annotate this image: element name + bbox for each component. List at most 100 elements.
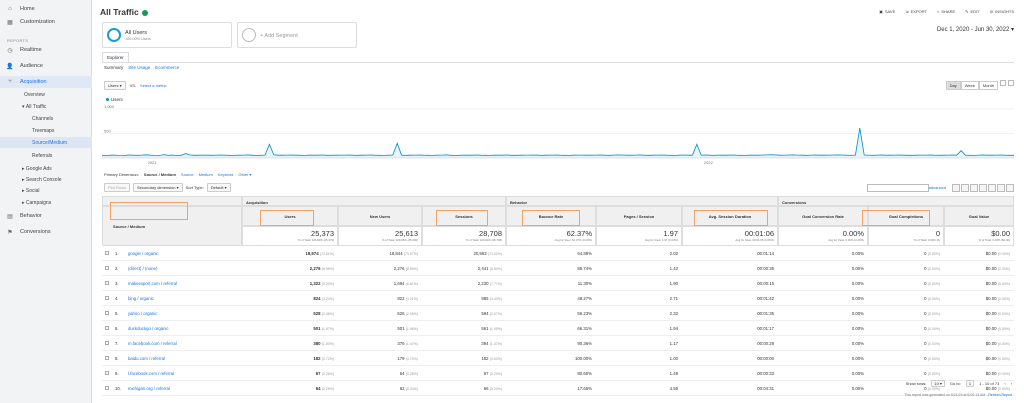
col-goal-conversion-rate[interactable]: Goal Conversion Rate: [778, 206, 868, 226]
source-medium-link[interactable]: google / organic: [128, 251, 159, 256]
highlight-box: [110, 202, 188, 220]
source-medium-link[interactable]: duckduckgo / organic: [128, 326, 169, 331]
period-day-button[interactable]: Day: [945, 81, 961, 90]
motion-chart-icon[interactable]: [1008, 80, 1014, 86]
sidebar-item-home[interactable]: ⌂ Home: [0, 3, 92, 15]
dim-other[interactable]: Other ▾: [238, 172, 251, 177]
row-checkbox[interactable]: [105, 341, 109, 345]
metric-cell: 1.94: [669, 326, 678, 331]
total-cell: 00:01:06 Avg for View: 00:01:06 (0.00%): [682, 226, 778, 246]
source-medium-link[interactable]: yahoo / organic: [128, 311, 157, 316]
sidebar-item-campaigns[interactable]: ▸ Campaigns: [22, 197, 51, 208]
sidebar-item-acquisition[interactable]: ⑂ Acquisition: [0, 76, 92, 88]
metric-cell: $0.00 (0.00%): [985, 311, 1010, 316]
line-chart-icon[interactable]: [1000, 80, 1006, 86]
save-button[interactable]: ▣ SAVE: [879, 9, 895, 14]
tab-ecommerce[interactable]: Ecommerce: [155, 65, 179, 70]
row-checkbox[interactable]: [105, 386, 109, 390]
select-metric-link[interactable]: Select a metric: [140, 83, 166, 88]
data-view-icon[interactable]: [952, 184, 960, 192]
source-medium-link[interactable]: l.facebook.com / referral: [128, 371, 174, 376]
sidebar-item-treemaps[interactable]: Treemaps: [32, 125, 54, 136]
tab-summary[interactable]: Summary: [104, 65, 123, 70]
add-segment-button[interactable]: + Add Segment: [237, 22, 357, 48]
export-button[interactable]: ⇲ EXPORT: [905, 9, 927, 14]
row-checkbox[interactable]: [105, 311, 109, 315]
metric-cell: 18,974 (74.61%): [305, 251, 334, 256]
next-page-button[interactable]: ›: [1011, 381, 1012, 386]
row-checkbox[interactable]: [105, 266, 109, 270]
tab-site-usage[interactable]: Site Usage: [128, 65, 150, 70]
metric-cell: $0.00 (0.00%): [985, 356, 1010, 361]
sidebar-item-source-medium[interactable]: Source/Medium: [0, 137, 92, 148]
sidebar-item-audience[interactable]: 👤 Audience: [0, 60, 92, 72]
source-medium-link[interactable]: m.facebook.com / referral: [128, 341, 177, 346]
metric-cell: 0.00%: [851, 386, 864, 391]
dim-source[interactable]: Source: [181, 172, 194, 177]
dim-keyword[interactable]: Keyword: [218, 172, 234, 177]
sidebar-item-label: Behavior: [20, 213, 42, 219]
col-new-users[interactable]: New Users: [338, 206, 422, 226]
metric-cell: 2,230 (7.77%): [477, 281, 502, 286]
source-medium-link[interactable]: michigan.org / referral: [128, 386, 170, 391]
metric-cell: 1.00: [669, 356, 678, 361]
share-button[interactable]: < SHARE: [937, 9, 955, 14]
sidebar-item-all-traffic[interactable]: ▾ All Traffic: [22, 101, 46, 112]
term-cloud-icon[interactable]: [988, 184, 996, 192]
row-checkbox[interactable]: [105, 356, 109, 360]
pivot-view-icon[interactable]: [997, 184, 1005, 192]
metric-cell: $0.00 (0.00%): [985, 296, 1010, 301]
refresh-report-link[interactable]: Refresh Report: [988, 393, 1012, 397]
insights-button[interactable]: ◎ INSIGHTS: [990, 9, 1014, 14]
edit-button[interactable]: ✎ EDIT: [965, 9, 979, 14]
segment-all-users[interactable]: All Users 100.00% Users: [102, 22, 232, 48]
percentage-view-icon[interactable]: [961, 184, 969, 192]
dim-source-medium[interactable]: Source / Medium: [144, 172, 176, 177]
rows-per-page-select[interactable]: 10 ▾: [931, 380, 945, 387]
comparison-view-icon[interactable]: [979, 184, 987, 192]
row-checkbox[interactable]: [105, 251, 109, 255]
advanced-filter-link[interactable]: advanced: [929, 185, 946, 190]
sort-type-select[interactable]: Default ▾: [206, 183, 231, 192]
source-medium-link[interactable]: baidu.com / referral: [128, 356, 165, 361]
sidebar-item-overview[interactable]: Overview: [24, 89, 45, 100]
metric-cell: 00:01:14: [757, 251, 774, 256]
goto-page-input[interactable]: 1: [965, 380, 975, 387]
sidebar-item-conversions[interactable]: ⚑ Conversions: [0, 226, 92, 238]
source-medium-link[interactable]: (direct) / (none): [128, 266, 157, 271]
row-checkbox[interactable]: [105, 326, 109, 330]
period-week-button[interactable]: Week: [960, 81, 979, 90]
row-index: 8.: [115, 356, 119, 361]
sidebar-item-social[interactable]: ▸ Social: [22, 185, 40, 196]
performance-view-icon[interactable]: [970, 184, 978, 192]
metric-select[interactable]: Users ▾: [104, 81, 126, 90]
row-checkbox[interactable]: [105, 296, 109, 300]
metric-cell: 0.00%: [851, 296, 864, 301]
table-row: 9. l.facebook.com / referral 67 (0.26%) 64 …: [102, 366, 1014, 381]
table-search-input[interactable]: [867, 184, 929, 192]
source-medium-link[interactable]: makeexport.com / referral: [128, 281, 177, 286]
metric-cell: $0.00 (0.00%): [985, 251, 1010, 256]
custom-view-icon[interactable]: [1006, 184, 1014, 192]
col-goal-value[interactable]: Goal Value: [944, 206, 1014, 226]
sidebar-item-channels[interactable]: Channels: [32, 113, 53, 124]
sidebar-item-google-ads[interactable]: ▸ Google Ads: [22, 163, 52, 174]
sidebar-item-referrals[interactable]: Referrals: [32, 150, 52, 161]
secondary-dimension-select[interactable]: Secondary dimension ▾: [133, 183, 183, 192]
prev-page-button[interactable]: ‹: [1004, 381, 1005, 386]
period-month-button[interactable]: Month: [978, 81, 998, 90]
sidebar-item-behavior[interactable]: ▤ Behavior: [0, 210, 92, 222]
page-title: All Traffic: [100, 7, 148, 17]
sidebar-item-customization[interactable]: ▦ Customization: [0, 16, 92, 28]
plot-rows-button[interactable]: Plot Rows: [104, 183, 131, 192]
date-range-picker[interactable]: Dec 1, 2020 - Jun 30, 2022 ▾: [937, 26, 1014, 33]
source-medium-link[interactable]: bing / organic: [128, 296, 154, 301]
sidebar-item-realtime[interactable]: ◷ Realtime: [0, 44, 92, 56]
tab-explorer[interactable]: Explorer: [102, 52, 129, 62]
sidebar-item-search-console[interactable]: ▸ Search Console: [22, 174, 61, 185]
dim-medium[interactable]: Medium: [199, 172, 213, 177]
col-pages-session[interactable]: Pages / Session: [596, 206, 682, 226]
row-checkbox[interactable]: [105, 281, 109, 285]
table-row: 4. bing / organic 824 (3.24%) 822 (3.21%) 98…: [102, 291, 1014, 306]
row-checkbox[interactable]: [105, 371, 109, 375]
